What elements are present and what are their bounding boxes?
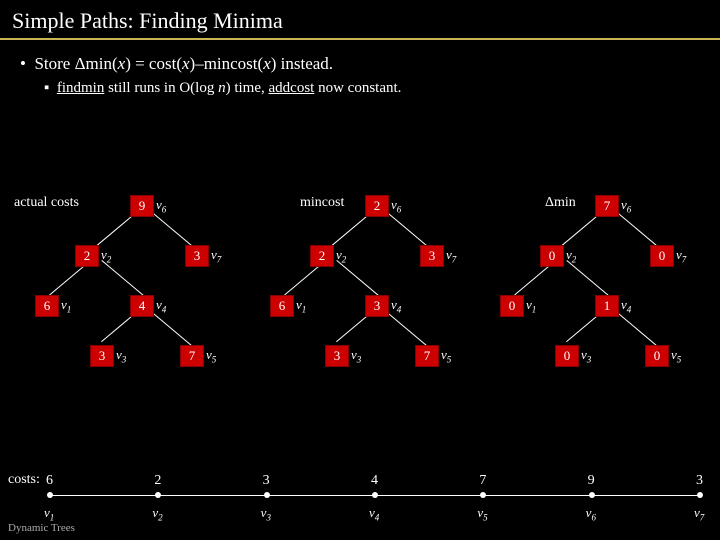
bullet-2: ▪ findmin still runs in O(log n) time, a…	[44, 80, 700, 97]
node-mincost-v4: 3v4	[365, 295, 401, 317]
bullet-1: • Store min(x) = cost(x)–mincost(x) inst…	[20, 54, 700, 74]
bullet-list: • Store min(x) = cost(x)–mincost(x) inst…	[0, 40, 720, 97]
chain-value: 2	[154, 473, 161, 489]
node-actual-v4: 4v4	[130, 295, 166, 317]
node-dmin-v1: 0v1	[500, 295, 536, 317]
node-actual-v5: 7v5	[180, 345, 216, 367]
chain-value: 3	[696, 473, 703, 489]
costs-label: costs:	[8, 472, 40, 488]
node-mincost-v7: 3v7	[420, 245, 456, 267]
node-mincost-v2: 2v2	[310, 245, 346, 267]
chain-value: 7	[479, 473, 486, 489]
chain-value: 3	[263, 473, 270, 489]
node-mincost-v5: 7v5	[415, 345, 451, 367]
node-actual-v7: 3v7	[185, 245, 221, 267]
node-actual-v1: 6v1	[35, 295, 71, 317]
node-actual-v2: 2v2	[75, 245, 111, 267]
chain-label: v4	[369, 505, 379, 523]
node-actual-v3: 3v3	[90, 345, 126, 367]
node-mincost-v1: 6v1	[270, 295, 306, 317]
node-dmin-v7: 0v7	[650, 245, 686, 267]
node-dmin-v4: 1v4	[595, 295, 631, 317]
node-mincost-v3: 3v3	[325, 345, 361, 367]
chain-label: v1	[44, 505, 54, 523]
slide-title: Simple Paths: Finding Minima	[0, 0, 720, 40]
node-dmin-v6: 7v6	[595, 195, 631, 217]
footer: Dynamic Trees	[8, 522, 75, 534]
chain-label: v7	[694, 505, 704, 523]
chain-label: v2	[152, 505, 162, 523]
node-dmin-v2: 0v2	[540, 245, 576, 267]
chain-label: v5	[477, 505, 487, 523]
chain-label: v6	[586, 505, 596, 523]
chain-value: 9	[588, 473, 595, 489]
node-dmin-v5: 0v5	[645, 345, 681, 367]
node-dmin-v3: 0v3	[555, 345, 591, 367]
chain-label: v3	[261, 505, 271, 523]
header-mincost: mincost	[300, 195, 344, 211]
chain-value: 6	[46, 473, 53, 489]
header-actual: actual costs	[14, 195, 79, 211]
header-dmin: Δmin	[545, 195, 576, 211]
node-mincost-v6: 2v6	[365, 195, 401, 217]
chain-value: 4	[371, 473, 378, 489]
node-actual-v6: 9v6	[130, 195, 166, 217]
